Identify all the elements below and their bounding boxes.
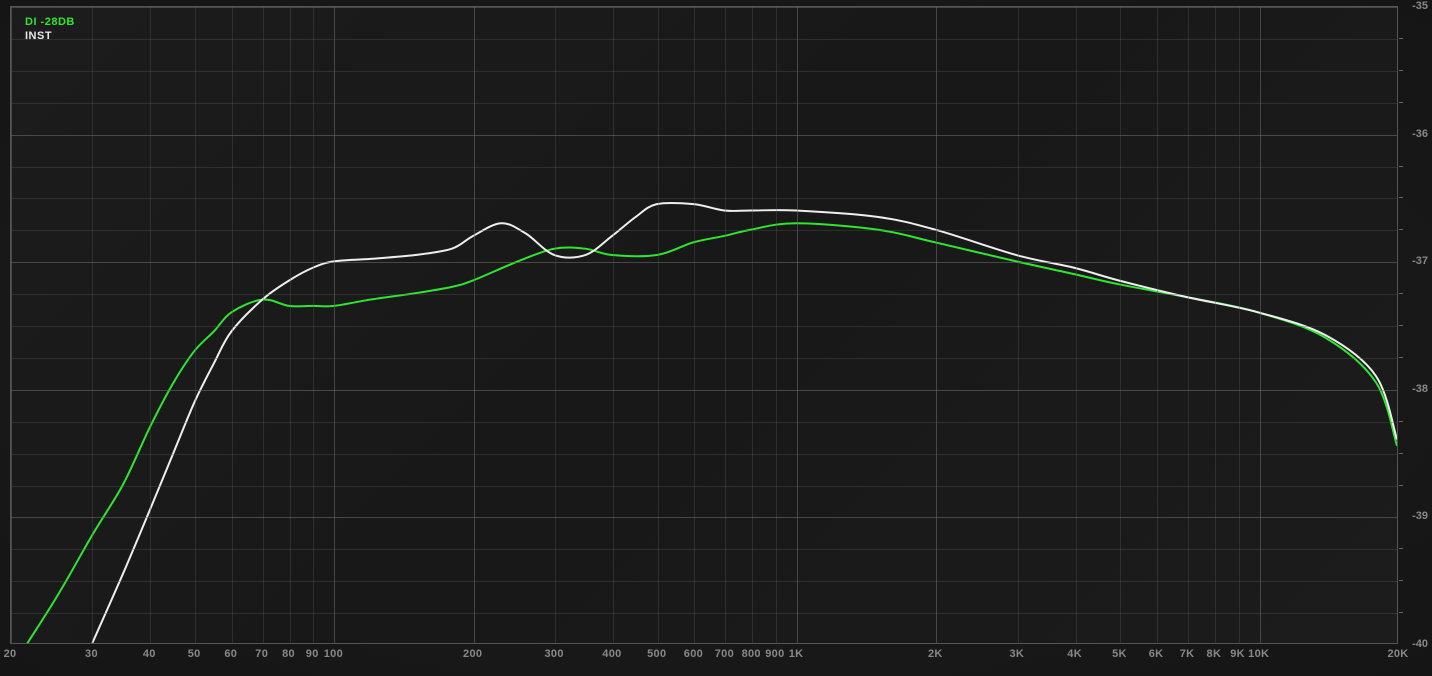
grid-line-h-minor	[11, 358, 1397, 359]
x-tick-label: 8K	[1207, 648, 1222, 660]
grid-line-h-minor	[11, 198, 1397, 199]
x-tick-label: 4K	[1067, 648, 1082, 660]
grid-line-h-minor	[11, 39, 1397, 40]
y-minor-tick	[1399, 293, 1403, 294]
y-minor-tick	[1399, 453, 1403, 454]
x-tick-label: 5K	[1112, 648, 1127, 660]
grid-line-h-minor	[11, 167, 1397, 168]
grid-line-h	[11, 7, 1397, 8]
plot-area: DI -28DB INST	[10, 6, 1398, 644]
grid-line-h-minor	[11, 103, 1397, 104]
y-tick-label: -36	[1412, 128, 1428, 140]
x-tick-label: 600	[684, 648, 703, 660]
x-tick-label: 20	[4, 648, 17, 660]
y-minor-tick	[1399, 325, 1403, 326]
x-tick-label: 900	[765, 648, 784, 660]
x-tick-label: 70	[255, 648, 268, 660]
grid-line-h-minor	[11, 294, 1397, 295]
x-tick-label: 500	[647, 648, 666, 660]
grid-line-h-minor	[11, 422, 1397, 423]
x-tick-label: 800	[742, 648, 761, 660]
grid-line-h-minor	[11, 71, 1397, 72]
y-minor-tick	[1399, 580, 1403, 581]
y-minor-tick	[1399, 70, 1403, 71]
x-tick-label: 200	[463, 648, 482, 660]
x-tick-label: 10K	[1248, 648, 1269, 660]
y-axis: -35-36-37-38-39-40	[1402, 6, 1428, 644]
y-minor-tick	[1399, 357, 1403, 358]
grid-line-h-minor	[11, 549, 1397, 550]
y-tick-label: -40	[1412, 638, 1428, 650]
y-minor-tick	[1399, 38, 1403, 39]
grid-line-h-minor	[11, 581, 1397, 582]
x-tick-label: 3K	[1009, 648, 1024, 660]
grid-line-h-minor	[11, 613, 1397, 614]
y-minor-tick	[1399, 548, 1403, 549]
y-minor-tick	[1399, 485, 1403, 486]
y-minor-tick	[1399, 197, 1403, 198]
grid-line-h	[11, 390, 1397, 391]
y-tick-label: -39	[1412, 510, 1428, 522]
y-tick-label: -37	[1412, 255, 1428, 267]
legend-item-di: DI -28DB	[25, 15, 75, 29]
x-tick-label: 40	[143, 648, 156, 660]
x-axis: 2030405060708090100200300400500600700800…	[10, 648, 1398, 668]
grid-line-h-minor	[11, 326, 1397, 327]
x-tick-label: 9K	[1230, 648, 1245, 660]
x-tick-label: 30	[85, 648, 98, 660]
x-tick-label: 7K	[1180, 648, 1195, 660]
x-tick-label: 1K	[789, 648, 804, 660]
series-di-line	[11, 223, 1397, 643]
spectrum-chart: DI -28DB INST 20 30 40 50 60 70 80 90 100 200 300 4…	[0, 0, 1432, 676]
grid-line-h	[11, 517, 1397, 518]
x-tick-label: 80	[282, 648, 295, 660]
legend: DI -28DB INST	[25, 15, 75, 43]
grid-line-h	[11, 135, 1397, 136]
x-tick-label: 100	[324, 648, 343, 660]
x-tick-label: 2K	[928, 648, 943, 660]
grid-line-h-minor	[11, 454, 1397, 455]
x-tick-label: 6K	[1149, 648, 1164, 660]
x-tick-label: 400	[602, 648, 621, 660]
x-tick-label: 20K	[1387, 648, 1408, 660]
y-minor-tick	[1399, 229, 1403, 230]
x-tick-label: 90	[306, 648, 319, 660]
x-tick-label: 700	[715, 648, 734, 660]
y-minor-tick	[1399, 102, 1403, 103]
y-minor-tick	[1399, 166, 1403, 167]
series-inst-line	[92, 203, 1397, 643]
y-minor-tick	[1399, 421, 1403, 422]
y-tick-label: -35	[1412, 0, 1428, 12]
grid-line-h-minor	[11, 230, 1397, 231]
grid-line-h	[11, 262, 1397, 263]
legend-item-inst: INST	[25, 29, 75, 43]
x-tick-label: 60	[224, 648, 237, 660]
grid-line-h-minor	[11, 486, 1397, 487]
y-minor-tick	[1399, 612, 1403, 613]
y-tick-label: -38	[1412, 383, 1428, 395]
x-tick-label: 300	[544, 648, 563, 660]
x-tick-label: 50	[188, 648, 201, 660]
